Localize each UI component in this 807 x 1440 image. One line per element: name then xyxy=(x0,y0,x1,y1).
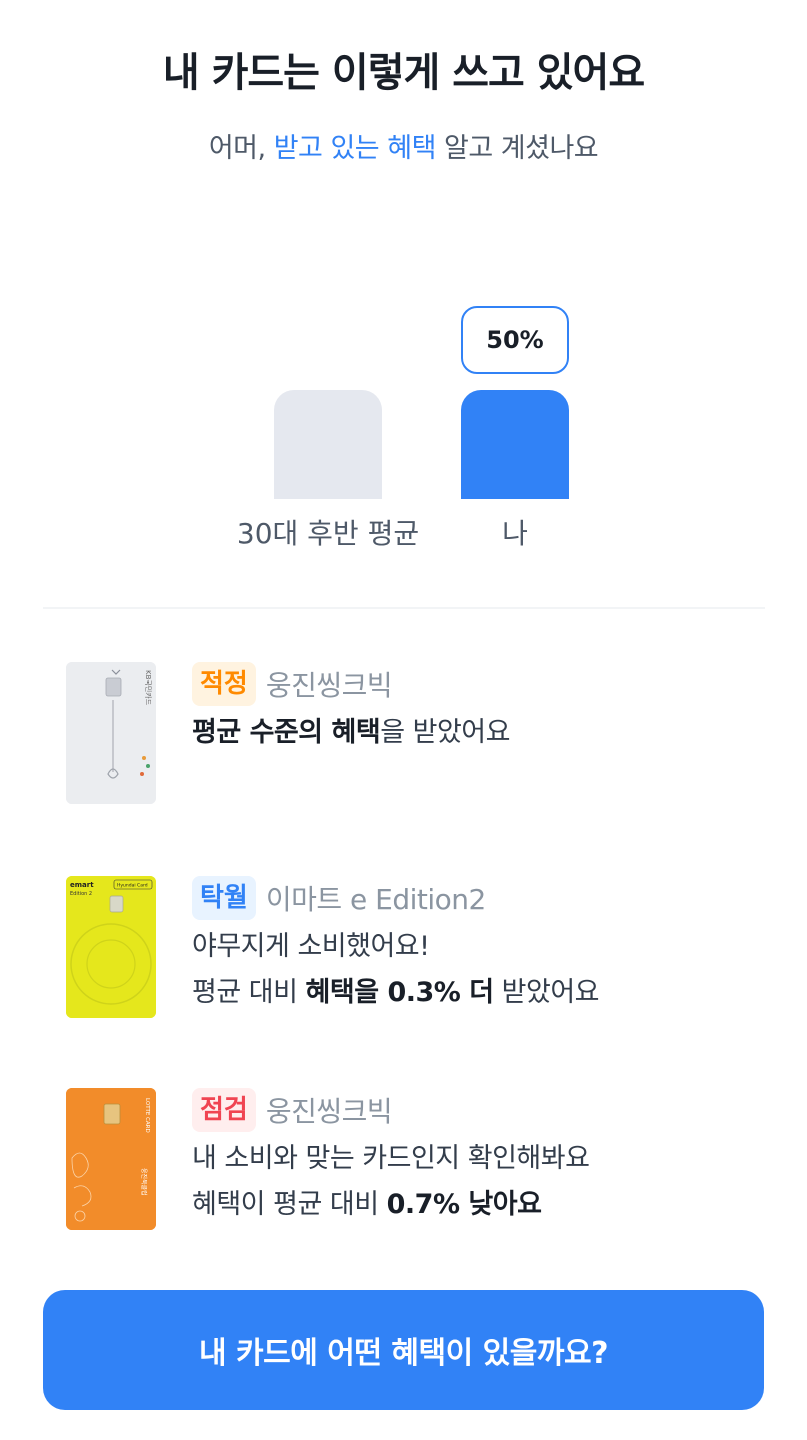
average-bar-label: 30대 후반 평균 xyxy=(236,517,420,550)
card-result-bold: 평균 수준의 혜택 xyxy=(192,717,381,748)
page-title: 내 카드는 이렇게 쓰고 있어요 xyxy=(162,50,645,96)
view-card-benefits-button[interactable]: 내 카드에 어떤 혜택이 있을까요? xyxy=(43,1290,764,1410)
card-result-post: 받았어요 xyxy=(493,977,600,1008)
subtitle-highlight: 받고 있는 혜택 xyxy=(273,133,437,164)
card-name: 이마트 e Edition2 xyxy=(265,883,487,916)
card-result-bold: 혜택을 0.3% 더 xyxy=(305,977,495,1008)
card-result-bold: 0.7% 낮아요 xyxy=(386,1189,542,1220)
card-result-line-2: 혜택이 평균 대비 0.7% 낮아요 xyxy=(192,1184,766,1226)
subtitle-prefix: 어머, xyxy=(208,133,274,164)
subtitle-suffix: 알고 계셨나요 xyxy=(435,133,599,164)
card-result-line: 평균 수준의 혜택을 받았어요 xyxy=(192,712,766,754)
card-name: 웅진씽크빅 xyxy=(265,669,393,702)
card-result-line-2: 평균 대비 혜택을 0.3% 더 받았어요 xyxy=(192,972,766,1014)
card-name: 웅진씽크빅 xyxy=(265,1095,393,1128)
my-bar xyxy=(461,390,569,499)
kb-card-brand-text: KB국민카드 xyxy=(144,670,153,706)
average-bar xyxy=(274,390,382,499)
emart-card-sub-text: Edition 2 xyxy=(70,891,92,897)
card-result-line: 야무지게 소비했어요! xyxy=(192,931,430,962)
section-divider xyxy=(43,607,765,609)
card-result-line: 내 소비와 맞는 카드인지 확인해봐요 xyxy=(192,1143,590,1174)
emart-card-image: emart Edition 2 Hyundai Card xyxy=(66,876,156,1018)
card-result-pre: 혜택이 평균 대비 xyxy=(192,1189,387,1220)
emart-card-tag-text: Hyundai Card xyxy=(117,883,148,889)
status-badge: 적정 xyxy=(192,662,256,706)
my-benefit-bubble: 50% xyxy=(461,306,569,374)
status-badge: 탁월 xyxy=(192,876,256,920)
kb-card-image: KB국민카드 xyxy=(66,662,156,804)
card-result-rest: 을 받았어요 xyxy=(380,717,510,748)
page-subtitle: 어머, 받고 있는 혜택 알고 계셨나요 xyxy=(0,126,807,165)
my-bar-label: 나 xyxy=(502,517,528,550)
status-badge: 점검 xyxy=(192,1088,256,1132)
card-result-pre: 평균 대비 xyxy=(192,977,306,1008)
lotte-card-image: LOTTE CARD 웅진북클럽 xyxy=(66,1088,156,1230)
emart-card-brand-text: emart xyxy=(70,881,94,889)
lotte-card-sub-text: 웅진북클럽 xyxy=(140,1168,148,1196)
lotte-card-brand-text: LOTTE CARD xyxy=(144,1098,150,1133)
benefit-comparison-chart: 50% 30대 후반 평균 나 xyxy=(0,290,807,570)
